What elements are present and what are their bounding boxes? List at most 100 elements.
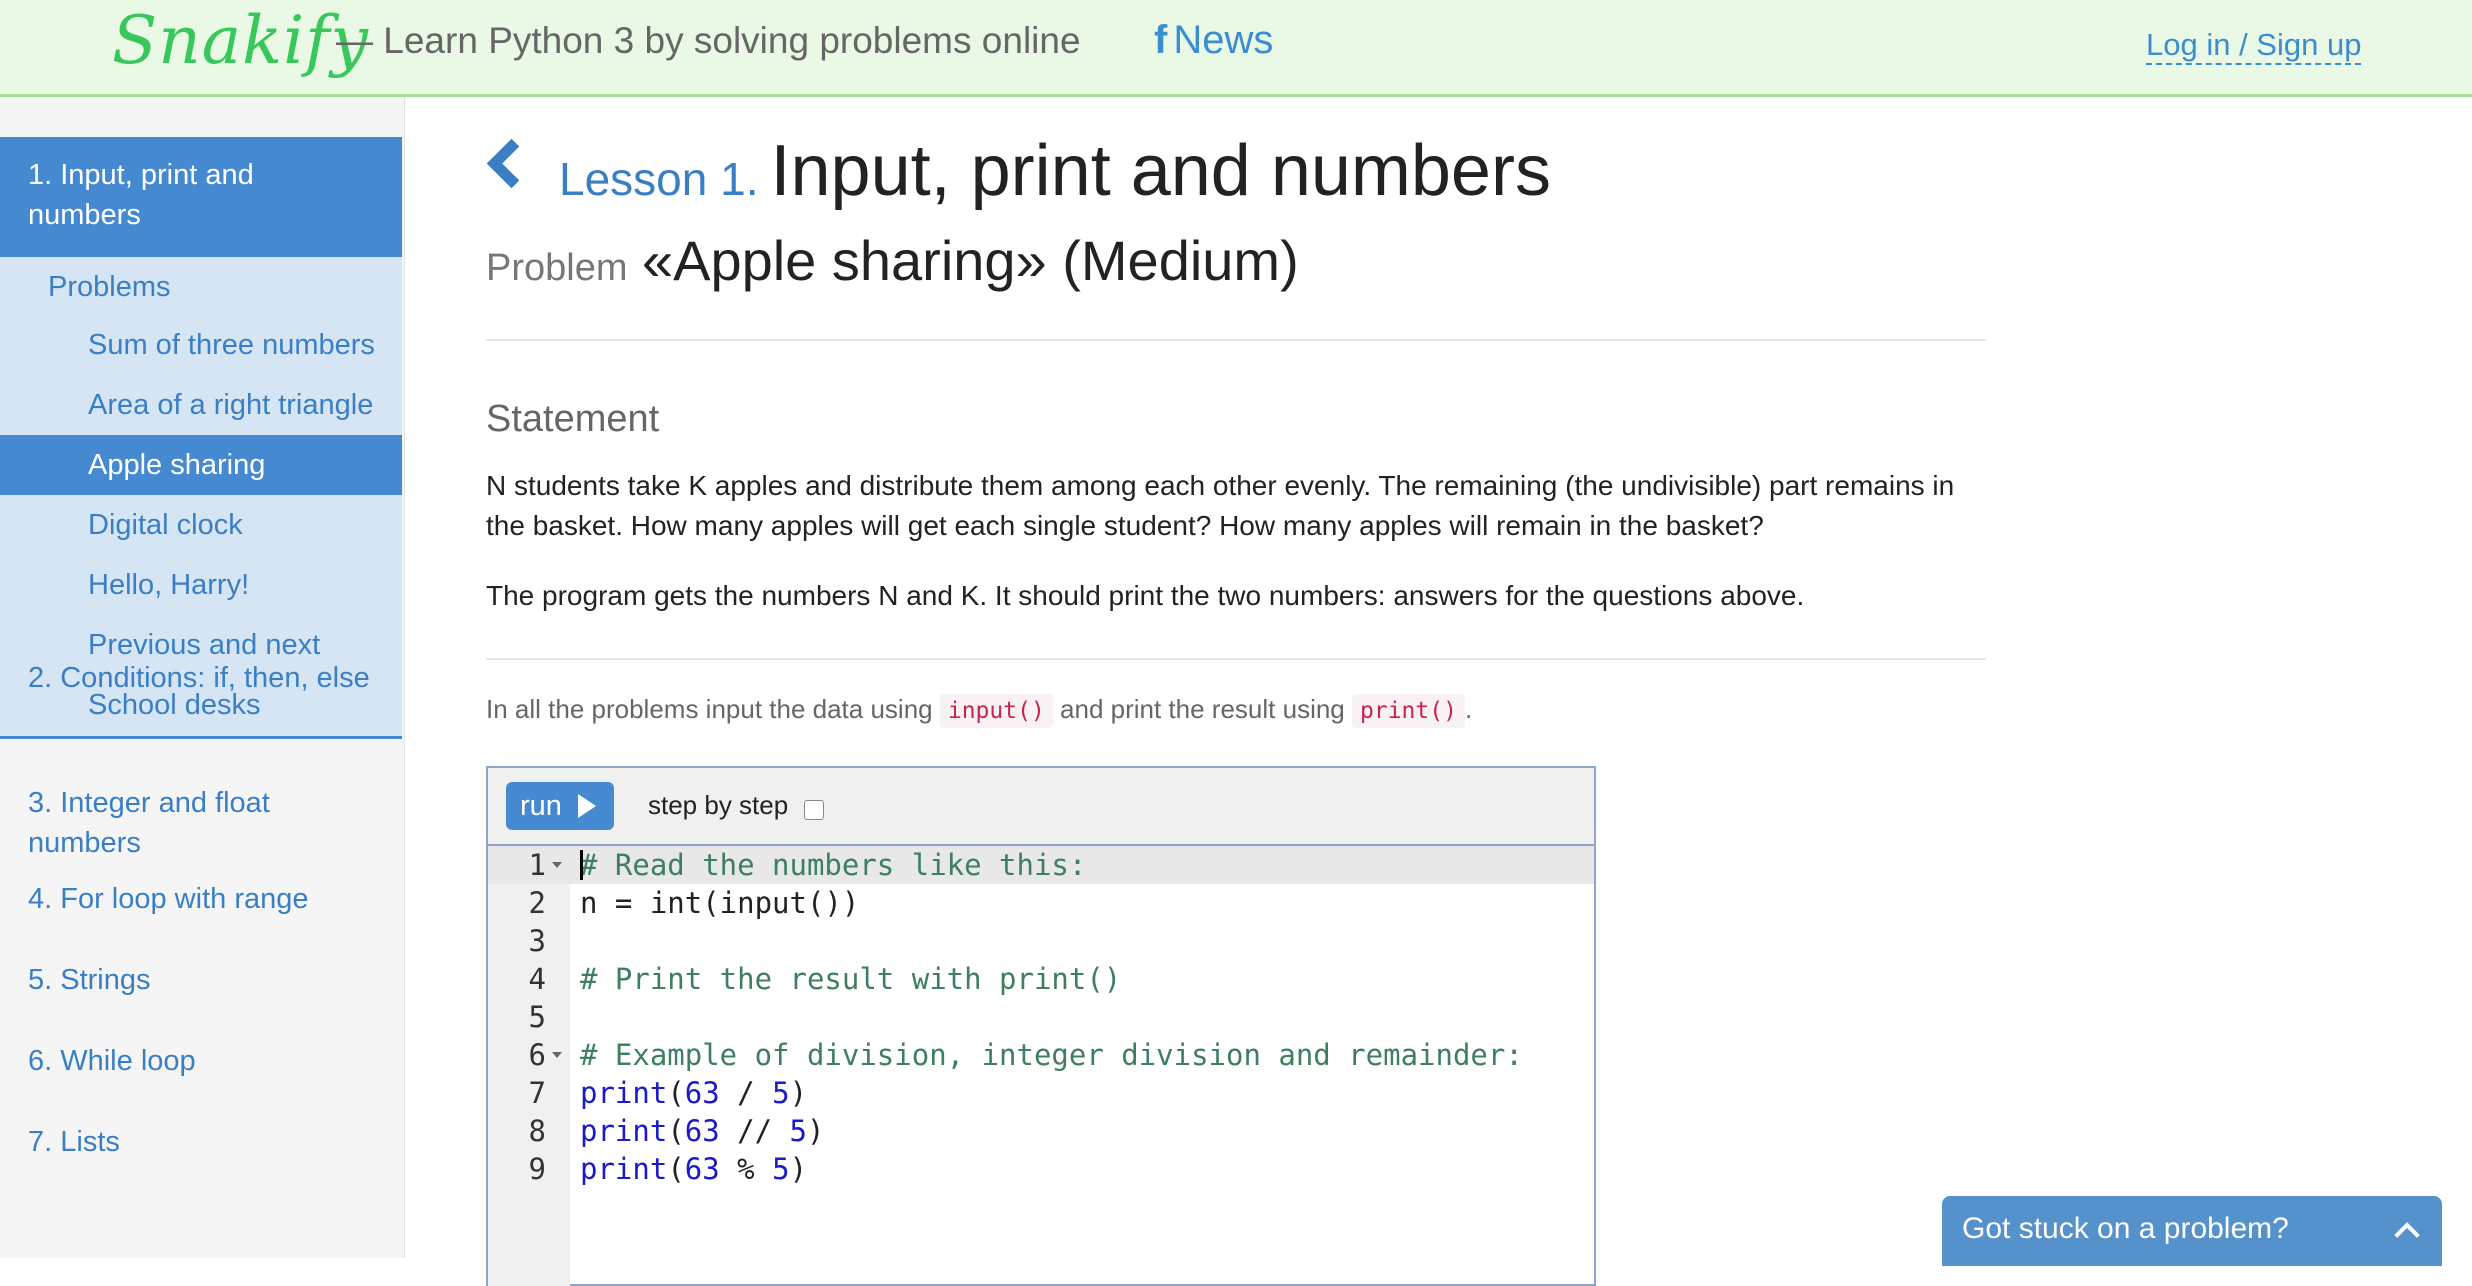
code-token: 63 <box>684 1152 720 1186</box>
inline-code-print: print() <box>1352 694 1465 728</box>
hint-text: In all the problems input the data using <box>486 694 933 724</box>
fold-arrow-icon[interactable] <box>552 862 562 868</box>
line-number: 8 <box>528 1114 546 1148</box>
code-area[interactable]: 1 # Read the numbers like this: 2 n = int(i… <box>488 846 1594 1188</box>
code-line[interactable]: 1 # Read the numbers like this: <box>488 846 1594 884</box>
lesson-sidebar: 1. Input, print and numbers Problems Sum… <box>0 97 405 1258</box>
problem-name: «Apple sharing» (Medium) <box>641 229 1299 292</box>
hint-text: and print the result using <box>1060 694 1345 724</box>
code-text: print(63 // 5) <box>580 1112 824 1150</box>
code-text: # Print the result with print() <box>580 960 1121 998</box>
line-number: 5 <box>528 1000 546 1034</box>
io-hint: In all the problems input the data using… <box>486 694 1473 728</box>
chevron-up-icon[interactable] <box>2394 1222 2420 1248</box>
line-number: 1 <box>528 848 546 882</box>
code-token: 5 <box>772 1076 790 1110</box>
chevron-left-icon[interactable] <box>486 138 537 189</box>
code-line[interactable]: 9 print(63 % 5) <box>488 1150 1594 1188</box>
code-token: // <box>719 1114 790 1148</box>
code-editor: run step by step 1 # Read the numbers lik… <box>486 766 1596 1286</box>
facebook-icon: f <box>1154 18 1168 62</box>
code-token: # Print the result with print() <box>580 962 1122 996</box>
login-signup-link[interactable]: Log in / Sign up <box>2146 26 2362 66</box>
statement-heading: Statement <box>486 398 660 440</box>
problems-link[interactable]: Problems <box>48 271 171 304</box>
lesson-name: Input, print and numbers <box>770 131 1551 211</box>
code-line[interactable]: 4 # Print the result with print() <box>488 960 1594 998</box>
problem-title: Problem «Apple sharing» (Medium) <box>486 228 1299 293</box>
site-logo[interactable]: Snakify <box>112 2 369 79</box>
sidebar-lesson-item[interactable]: 2. Conditions: if, then, else <box>28 658 388 698</box>
statement-body: N students take K apples and distribute … <box>486 466 1986 616</box>
sidebar-lesson-item[interactable]: 3. Integer and float numbers <box>28 783 388 863</box>
code-line[interactable]: 5 <box>488 998 1594 1036</box>
code-text: # Read the numbers like this: <box>580 846 1086 884</box>
code-text: n = int(input()) <box>580 884 859 922</box>
sidebar-problem-item[interactable]: Digital clock <box>0 495 402 555</box>
code-token: 63 <box>684 1076 720 1110</box>
code-line[interactable]: 3 <box>488 922 1594 960</box>
step-by-step-checkbox[interactable] <box>804 800 824 820</box>
code-token: print <box>580 1114 668 1148</box>
statement-paragraph: The program gets the numbers N and K. It… <box>486 580 1805 611</box>
sidebar-lesson-active[interactable]: 1. Input, print and numbers <box>0 137 402 257</box>
code-token: ( <box>667 1114 685 1148</box>
statement-paragraph: N students take K apples and distribute … <box>486 470 1955 541</box>
line-number: 7 <box>528 1076 546 1110</box>
line-number: 6 <box>528 1038 546 1072</box>
code-line[interactable]: 6 # Example of division, integer division… <box>488 1036 1594 1074</box>
editor-toolbar: run step by step <box>488 768 1594 846</box>
sidebar-problem-item[interactable]: Apple sharing <box>0 435 402 495</box>
top-header: Snakify — Learn Python 3 by solving prob… <box>0 0 2472 97</box>
page-title: Lesson 1. Input, print and numbers <box>486 130 1551 212</box>
run-button[interactable]: run <box>506 782 614 830</box>
news-link[interactable]: f News <box>1154 18 1273 63</box>
sidebar-lesson-item[interactable]: 7. Lists <box>28 1122 388 1162</box>
code-token: ( <box>667 1076 685 1110</box>
code-token: 63 <box>684 1114 720 1148</box>
code-text: print(63 % 5) <box>580 1150 807 1188</box>
line-number: 2 <box>528 886 546 920</box>
text-cursor <box>580 850 583 880</box>
sidebar-problem-item[interactable]: Hello, Harry! <box>0 555 402 615</box>
line-number: 4 <box>528 962 546 996</box>
code-text: # Example of division, integer division … <box>580 1036 1523 1074</box>
problem-label: Problem <box>486 247 628 289</box>
fold-arrow-icon[interactable] <box>552 1052 562 1058</box>
code-token: 5 <box>789 1114 808 1148</box>
news-label: News <box>1173 18 1274 62</box>
sidebar-lesson-item[interactable]: 5. Strings <box>28 960 388 1000</box>
code-token: ( <box>667 1152 685 1186</box>
step-by-step-label: step by step <box>648 790 789 820</box>
code-token: % <box>719 1152 773 1186</box>
run-label: run <box>520 790 562 822</box>
code-line[interactable]: 8 print(63 // 5) <box>488 1112 1594 1150</box>
code-token: print <box>580 1076 668 1110</box>
line-number: 9 <box>528 1152 546 1186</box>
sidebar-problem-item[interactable]: Area of a right triangle <box>0 375 402 435</box>
sidebar-lesson-item[interactable]: 6. While loop <box>28 1041 388 1081</box>
statement-divider <box>486 658 1986 660</box>
play-icon <box>578 794 596 818</box>
code-token: ) <box>789 1152 808 1186</box>
line-number: 3 <box>528 924 546 958</box>
help-widget-label: Got stuck on a problem? <box>1962 1212 2289 1245</box>
lesson-label-link[interactable]: Lesson 1. <box>559 153 758 205</box>
help-widget[interactable]: Got stuck on a problem? <box>1942 1196 2442 1266</box>
inline-code-input: input() <box>939 694 1053 728</box>
site-tagline: — Learn Python 3 by solving problems onl… <box>336 20 1081 61</box>
code-line[interactable]: 7 print(63 / 5) <box>488 1074 1594 1112</box>
code-token: # Read the numbers like this: <box>580 848 1087 882</box>
hint-text: . <box>1464 694 1473 724</box>
code-token: print <box>580 1152 668 1186</box>
code-token: # Example of division, integer division … <box>580 1038 1523 1072</box>
code-token: n = int(input()) <box>580 886 860 920</box>
code-token: / <box>719 1076 773 1110</box>
sidebar-problem-item[interactable]: Sum of three numbers <box>0 315 402 375</box>
sidebar-lesson-item[interactable]: 4. For loop with range <box>28 879 388 919</box>
code-token: ) <box>789 1076 808 1110</box>
code-token: ) <box>807 1114 825 1148</box>
code-token: 5 <box>772 1152 790 1186</box>
code-line[interactable]: 2 n = int(input()) <box>488 884 1594 922</box>
code-text: print(63 / 5) <box>580 1074 807 1112</box>
